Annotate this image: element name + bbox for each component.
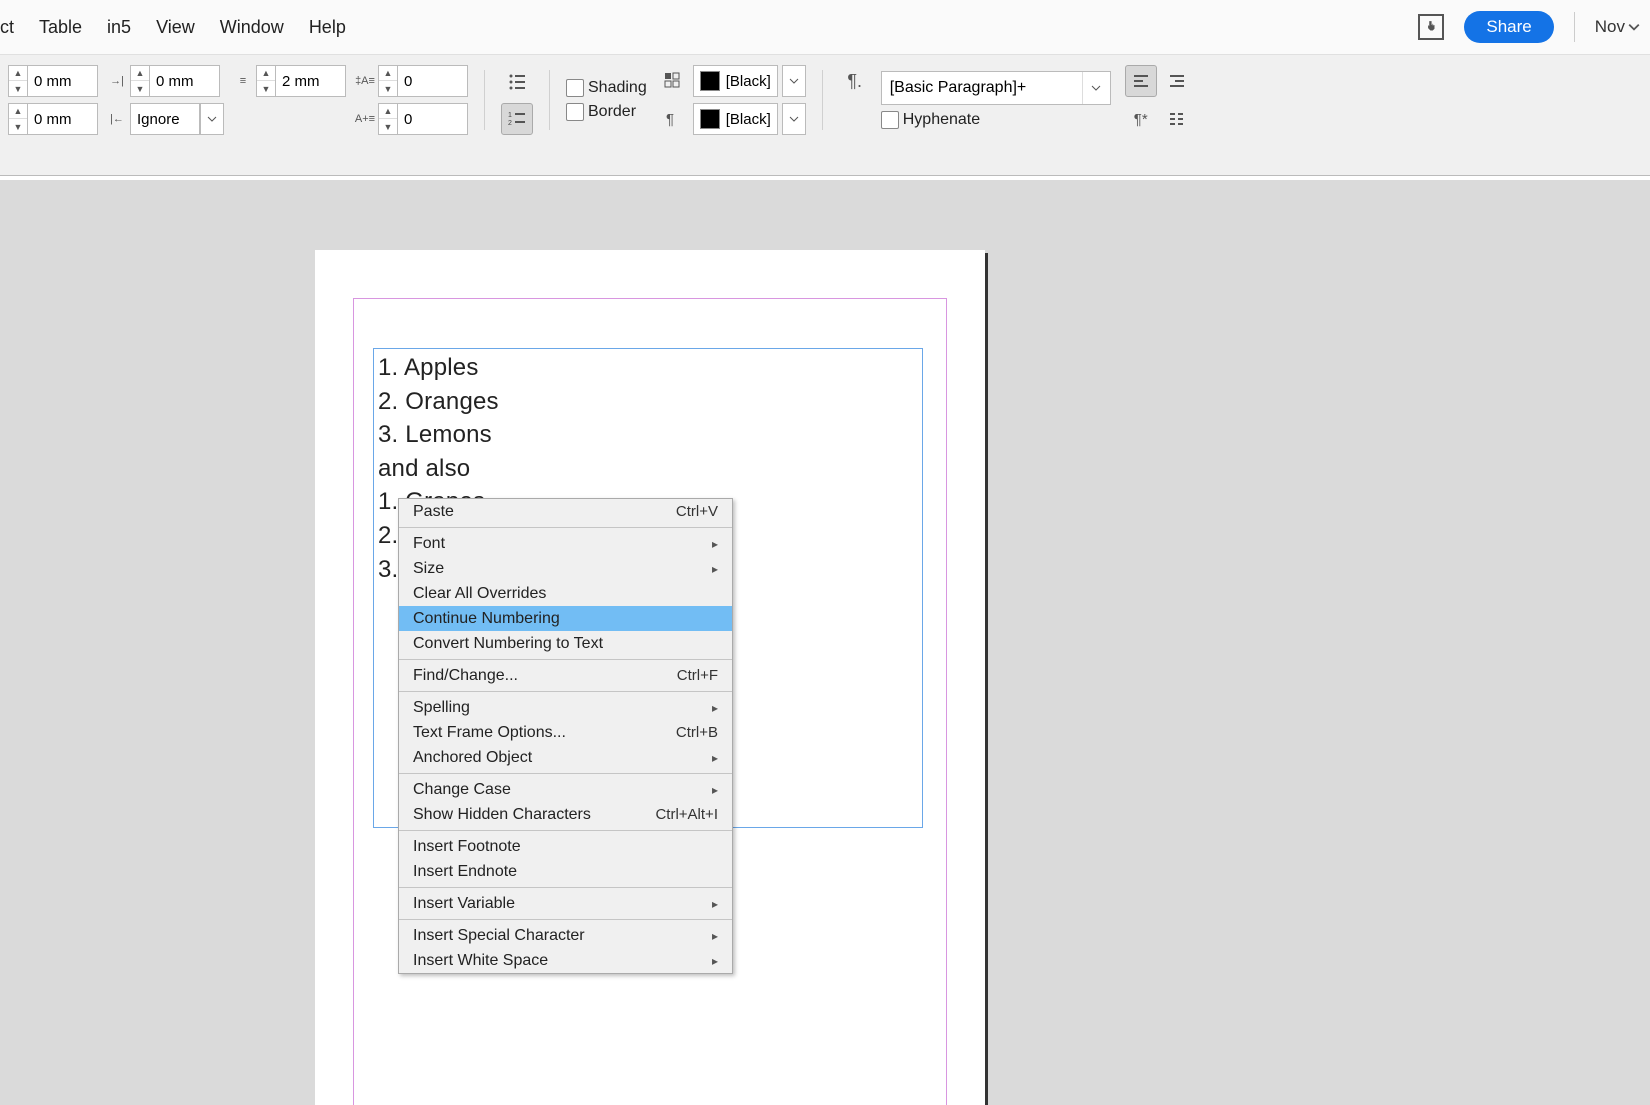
context-menu-item[interactable]: PasteCtrl+V [399, 499, 732, 524]
border-label: Border [588, 103, 636, 121]
context-menu-item[interactable]: Show Hidden CharactersCtrl+Alt+I [399, 802, 732, 827]
svg-text:1: 1 [508, 112, 512, 119]
indent-right-icon: →| [108, 72, 126, 90]
space-before-icon: ≡ [234, 72, 252, 90]
hyphenate-checkbox[interactable] [881, 111, 899, 129]
menu-item-view[interactable]: View [156, 17, 195, 38]
context-menu-item[interactable]: Insert Variable▸ [399, 891, 732, 916]
space-before-field[interactable]: ▲▼ [256, 65, 346, 97]
menu-divider [399, 887, 732, 888]
document-line[interactable]: and also [378, 452, 918, 486]
border-checkbox[interactable] [566, 103, 584, 121]
submenu-arrow-icon: ▸ [712, 897, 718, 911]
context-menu-item[interactable]: Font▸ [399, 531, 732, 556]
indent-last-icon: |← [108, 110, 126, 128]
menu-divider [399, 773, 732, 774]
align-last-dropdown[interactable] [200, 103, 224, 135]
separator [549, 70, 550, 130]
context-menu-item[interactable]: Insert Footnote [399, 834, 732, 859]
context-menu-item[interactable]: Insert Special Character▸ [399, 923, 732, 948]
divider [1574, 12, 1575, 42]
pilcrow-icon[interactable]: ¶ [657, 103, 689, 135]
context-menu-item[interactable]: Spelling▸ [399, 695, 732, 720]
context-menu-item[interactable]: Convert Numbering to Text [399, 631, 732, 656]
align-right-button[interactable] [1161, 65, 1193, 97]
separator [822, 70, 823, 130]
menu-divider [399, 527, 732, 528]
shading-checkbox[interactable] [566, 79, 584, 97]
menu-right: Share Nov [1418, 11, 1650, 43]
document-line[interactable]: 2. Oranges [378, 385, 918, 419]
touch-mode-icon[interactable] [1418, 14, 1444, 40]
submenu-arrow-icon: ▸ [712, 751, 718, 765]
hyphenate-label: Hyphenate [903, 111, 980, 129]
menu-divider [399, 659, 732, 660]
menubar: ct Table in5 View Window Help Share Nov [0, 0, 1650, 55]
context-menu-item[interactable]: Continue Numbering [399, 606, 732, 631]
menu-divider [399, 691, 732, 692]
context-menu-item[interactable]: Insert Endnote [399, 859, 732, 884]
document-canvas[interactable]: 1. Apples2. Oranges3. Lemonsand also1. G… [0, 180, 1650, 1105]
shading-grid-icon[interactable] [657, 65, 689, 97]
document-line[interactable]: 1. Apples [378, 351, 918, 385]
context-menu-item[interactable]: Anchored Object▸ [399, 745, 732, 770]
workspace-dropdown[interactable]: Nov [1595, 17, 1640, 37]
submenu-arrow-icon: ▸ [712, 954, 718, 968]
menu-item-ct[interactable]: ct [0, 17, 14, 38]
menu-item-help[interactable]: Help [309, 17, 346, 38]
svg-text:2: 2 [508, 120, 512, 127]
context-menu-item[interactable]: Size▸ [399, 556, 732, 581]
paragraph-style-select[interactable] [881, 71, 1111, 105]
submenu-arrow-icon: ▸ [712, 929, 718, 943]
drop-cap-chars-icon: A+≡ [356, 110, 374, 128]
bulleted-list-button[interactable] [501, 65, 533, 97]
align-left-button[interactable] [1125, 65, 1157, 97]
context-menu-item[interactable]: Text Frame Options...Ctrl+B [399, 720, 732, 745]
submenu-arrow-icon: ▸ [712, 783, 718, 797]
submenu-arrow-icon: ▸ [712, 537, 718, 551]
right-indent-field[interactable]: ▲▼ [130, 65, 220, 97]
document-line[interactable]: 3. Lemons [378, 418, 918, 452]
menu-divider [399, 919, 732, 920]
menu-item-window[interactable]: Window [220, 17, 284, 38]
control-panel: ▲▼ ▲▼ →| ▲▼ |← ≡ [0, 55, 1650, 145]
svg-text:¶: ¶ [666, 111, 674, 128]
drop-cap-lines-icon: ‡A≡ [356, 72, 374, 90]
context-menu: PasteCtrl+V Font▸Size▸Clear All Overrides… [398, 498, 733, 974]
shading-color-swatch[interactable]: [Black] [693, 65, 778, 97]
left-indent-field[interactable]: ▲▼ [8, 65, 98, 97]
separator [484, 70, 485, 130]
menu-left: ct Table in5 View Window Help [0, 17, 346, 38]
context-menu-item[interactable]: Insert White Space▸ [399, 948, 732, 973]
submenu-arrow-icon: ▸ [712, 701, 718, 715]
submenu-arrow-icon: ▸ [712, 562, 718, 576]
numbered-list-button[interactable]: 12 [501, 103, 533, 135]
share-button[interactable]: Share [1464, 11, 1553, 43]
drop-cap-chars-field[interactable]: ▲▼ [378, 103, 468, 135]
menu-item-table[interactable]: Table [39, 17, 82, 38]
shading-label: Shading [588, 79, 647, 97]
border-color-dropdown[interactable] [782, 103, 806, 135]
context-menu-item[interactable]: Find/Change...Ctrl+F [399, 663, 732, 688]
paragraph-direction-icon[interactable]: ¶. [839, 65, 871, 97]
context-menu-item[interactable]: Clear All Overrides [399, 581, 732, 606]
first-line-indent-field[interactable]: ▲▼ [8, 103, 98, 135]
menu-item-in5[interactable]: in5 [107, 17, 131, 38]
context-menu-item[interactable]: Change Case▸ [399, 777, 732, 802]
shading-color-dropdown[interactable] [782, 65, 806, 97]
pilcrow-star-button[interactable]: ¶* [1125, 103, 1157, 135]
menu-divider [399, 830, 732, 831]
border-color-swatch[interactable]: [Black] [693, 103, 778, 135]
align-last-field[interactable] [130, 103, 200, 135]
columns-button[interactable] [1161, 103, 1193, 135]
drop-cap-lines-field[interactable]: ▲▼ [378, 65, 468, 97]
